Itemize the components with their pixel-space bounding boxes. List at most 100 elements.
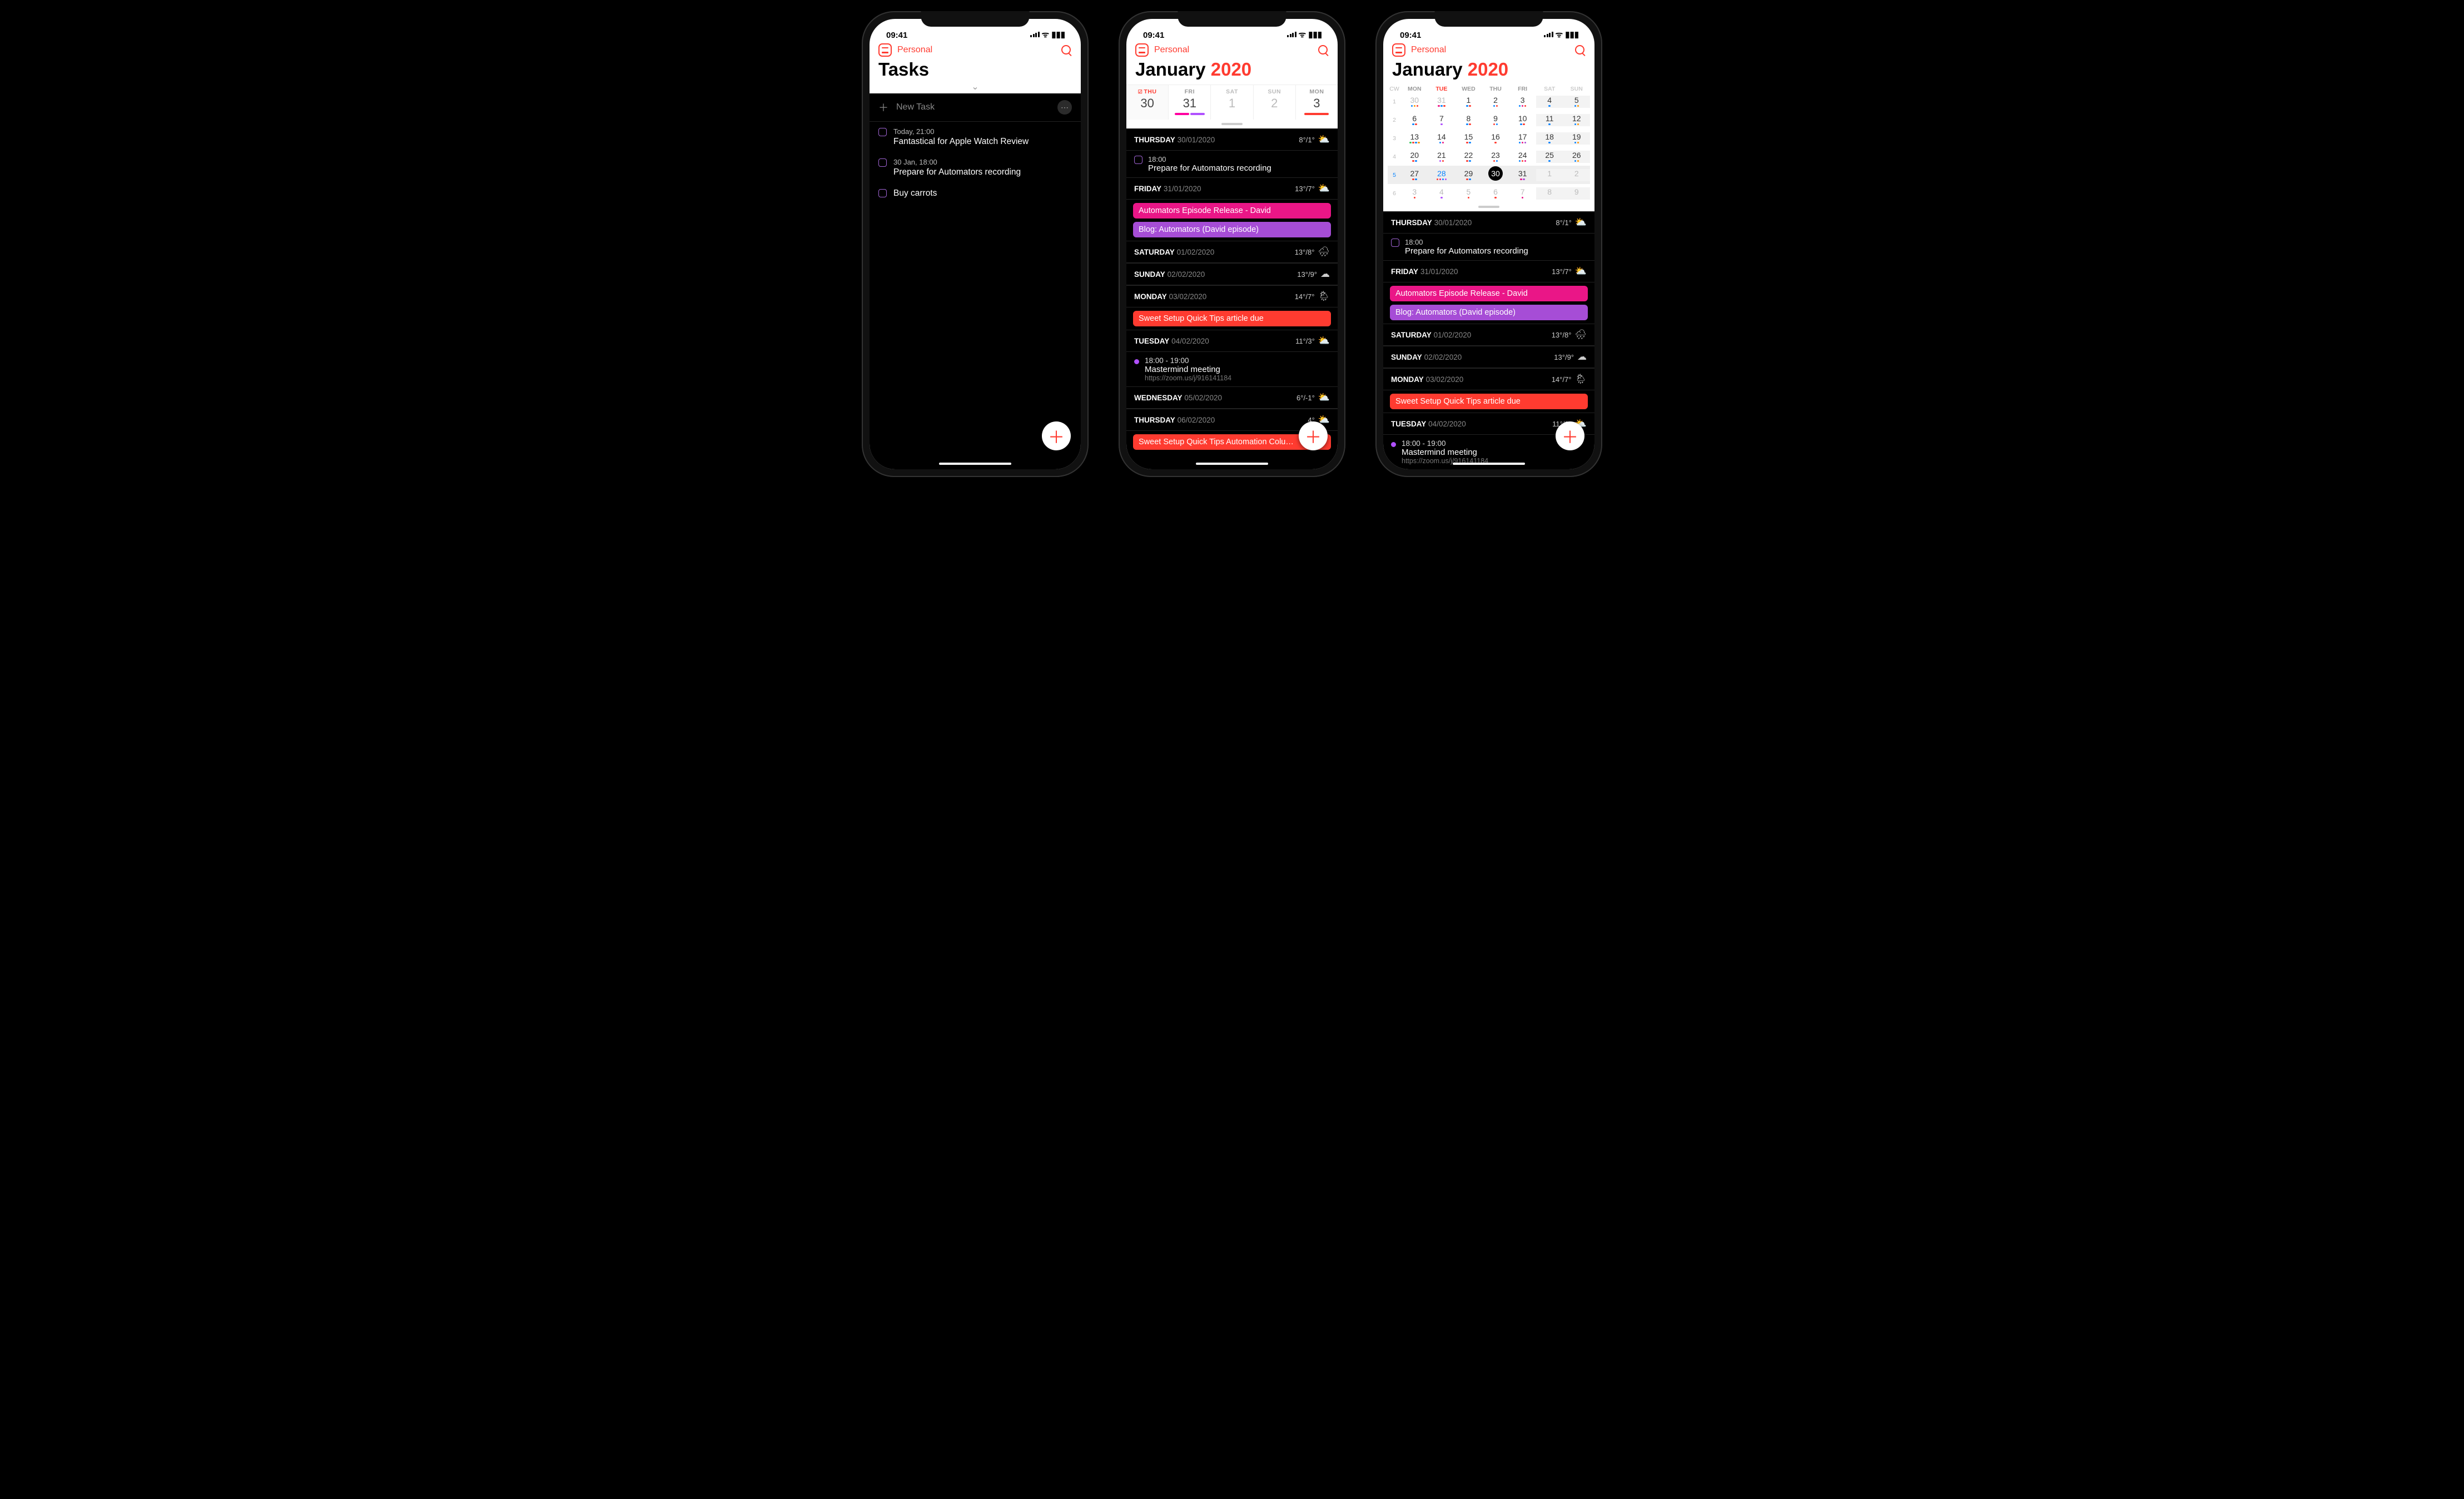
drag-handle[interactable] [1221, 123, 1243, 125]
month-day[interactable]: 24 [1509, 151, 1536, 163]
agenda-task[interactable]: 18:00 Prepare for Automators recording [1383, 234, 1594, 260]
month-day[interactable]: 9 [1482, 114, 1509, 126]
task-meta: Today, 21:00 [893, 127, 1072, 136]
weather-icon: ⛅ [1318, 183, 1330, 194]
more-icon[interactable]: ⋯ [1057, 100, 1072, 115]
month-day[interactable]: 17 [1509, 132, 1536, 145]
month-day[interactable]: 31 [1428, 96, 1455, 108]
month-day[interactable]: 25 [1536, 151, 1563, 163]
allday-event[interactable]: Blog: Automators (David episode) [1133, 222, 1331, 237]
allday-event[interactable]: Sweet Setup Quick Tips article due [1390, 394, 1588, 409]
month-day[interactable]: 16 [1482, 132, 1509, 145]
allday-event[interactable]: Automators Episode Release - David [1390, 286, 1588, 301]
month-day[interactable]: 26 [1563, 151, 1590, 163]
month-grid[interactable]: CWMONTUEWEDTHUFRISATSUN 1303112345267891… [1383, 85, 1594, 202]
task-item[interactable]: Buy carrots [870, 183, 1081, 204]
task-item[interactable]: 30 Jan, 18:00 Prepare for Automators rec… [870, 152, 1081, 183]
month-day[interactable]: 22 [1455, 151, 1482, 163]
month-row: 26789101112 [1388, 111, 1590, 129]
month-day[interactable]: 21 [1428, 151, 1455, 163]
task-checkbox[interactable] [878, 189, 887, 197]
add-button[interactable]: ＋ [1042, 421, 1071, 450]
agenda-event[interactable]: 18:00 - 19:00 Mastermind meeting https:/… [1126, 352, 1338, 386]
calendar-set-label[interactable]: Personal [1411, 45, 1446, 55]
new-task-label[interactable]: New Task [896, 102, 935, 112]
month-day[interactable]: 6 [1401, 114, 1428, 126]
task-item[interactable]: Today, 21:00 Fantastical for Apple Watch… [870, 122, 1081, 152]
week-day[interactable]: FRI 31 [1169, 85, 1211, 120]
month-day[interactable]: 1 [1455, 96, 1482, 108]
drag-handle[interactable] [1478, 206, 1499, 208]
add-button[interactable]: ＋ [1556, 421, 1584, 450]
month-title[interactable]: January 2020 [1126, 59, 1338, 85]
menu-icon[interactable] [878, 43, 892, 57]
month-day[interactable]: 2 [1482, 96, 1509, 108]
task-checkbox[interactable] [1134, 156, 1142, 164]
month-day[interactable]: 7 [1509, 187, 1536, 200]
month-body[interactable]: 1303112345267891011123131415161718194202… [1388, 92, 1590, 202]
day-number: 31 [1518, 169, 1527, 178]
allday-event[interactable]: Sweet Setup Quick Tips article due [1133, 311, 1331, 326]
agenda-task[interactable]: 18:00 Prepare for Automators recording [1126, 151, 1338, 177]
month-day[interactable]: 12 [1563, 114, 1590, 126]
month-day[interactable]: 7 [1428, 114, 1455, 126]
menu-icon[interactable] [1135, 43, 1149, 57]
month-day[interactable]: 5 [1455, 187, 1482, 200]
temperature: 11°/3° [1295, 337, 1315, 345]
week-number: 1 [1388, 98, 1401, 105]
month-title[interactable]: January 2020 [1383, 59, 1594, 85]
calendar-set-label[interactable]: Personal [1154, 45, 1189, 55]
week-day[interactable]: ☑THU 30 [1126, 85, 1169, 120]
home-indicator[interactable] [939, 463, 1011, 465]
month-day[interactable]: 3 [1401, 187, 1428, 200]
month-day[interactable]: 28 [1428, 169, 1455, 181]
week-day[interactable]: SAT 1 [1211, 85, 1253, 120]
home-indicator[interactable] [1196, 463, 1268, 465]
plus-icon[interactable]: ＋ [878, 100, 888, 115]
agenda-list[interactable]: THURSDAY 30/01/2020 8°/1°⛅ 18:00 Prepare… [1126, 128, 1338, 469]
search-icon[interactable] [1318, 44, 1329, 56]
month-day[interactable]: 3 [1509, 96, 1536, 108]
month-day[interactable]: 4 [1428, 187, 1455, 200]
month-day[interactable]: 31 [1509, 169, 1536, 181]
month-day[interactable]: 1 [1536, 169, 1563, 181]
month-day[interactable]: 18 [1536, 132, 1563, 145]
day-of-week-label: MON [1296, 88, 1338, 95]
month-day[interactable]: 19 [1563, 132, 1590, 145]
month-day[interactable]: 8 [1536, 187, 1563, 200]
month-day[interactable]: 27 [1401, 169, 1428, 181]
month-day[interactable]: 15 [1455, 132, 1482, 145]
month-day[interactable]: 5 [1563, 96, 1590, 108]
month-day[interactable]: 30 [1482, 166, 1509, 184]
month-day[interactable]: 20 [1401, 151, 1428, 163]
month-day[interactable]: 10 [1509, 114, 1536, 126]
month-day[interactable]: 8 [1455, 114, 1482, 126]
allday-event[interactable]: Automators Episode Release - David [1133, 203, 1331, 219]
month-day[interactable]: 29 [1455, 169, 1482, 181]
month-day[interactable]: 13 [1401, 132, 1428, 145]
task-checkbox[interactable] [878, 158, 887, 167]
task-checkbox[interactable] [1391, 239, 1399, 247]
week-day[interactable]: SUN 2 [1254, 85, 1296, 120]
home-indicator[interactable] [1453, 463, 1525, 465]
search-icon[interactable] [1061, 44, 1072, 56]
calendar-set-label[interactable]: Personal [897, 45, 932, 55]
signal-icon [1030, 32, 1040, 37]
menu-icon[interactable] [1392, 43, 1405, 57]
month-day[interactable]: 11 [1536, 114, 1563, 126]
month-header-cell: TUE [1428, 86, 1455, 92]
week-strip[interactable]: ☑THU 30 FRI 31 SAT 1 SUN 2 MON 3 [1126, 85, 1338, 120]
month-day[interactable]: 23 [1482, 151, 1509, 163]
month-day[interactable]: 4 [1536, 96, 1563, 108]
add-button[interactable]: ＋ [1299, 421, 1328, 450]
month-day[interactable]: 9 [1563, 187, 1590, 200]
month-day[interactable]: 30 [1401, 96, 1428, 108]
month-day[interactable]: 14 [1428, 132, 1455, 145]
task-checkbox[interactable] [878, 128, 887, 136]
chevron-down-icon[interactable]: ⌄ [870, 85, 1081, 93]
search-icon[interactable] [1574, 44, 1586, 56]
allday-event[interactable]: Blog: Automators (David episode) [1390, 305, 1588, 320]
month-day[interactable]: 6 [1482, 187, 1509, 200]
week-day[interactable]: MON 3 [1296, 85, 1338, 120]
month-day[interactable]: 2 [1563, 169, 1590, 181]
